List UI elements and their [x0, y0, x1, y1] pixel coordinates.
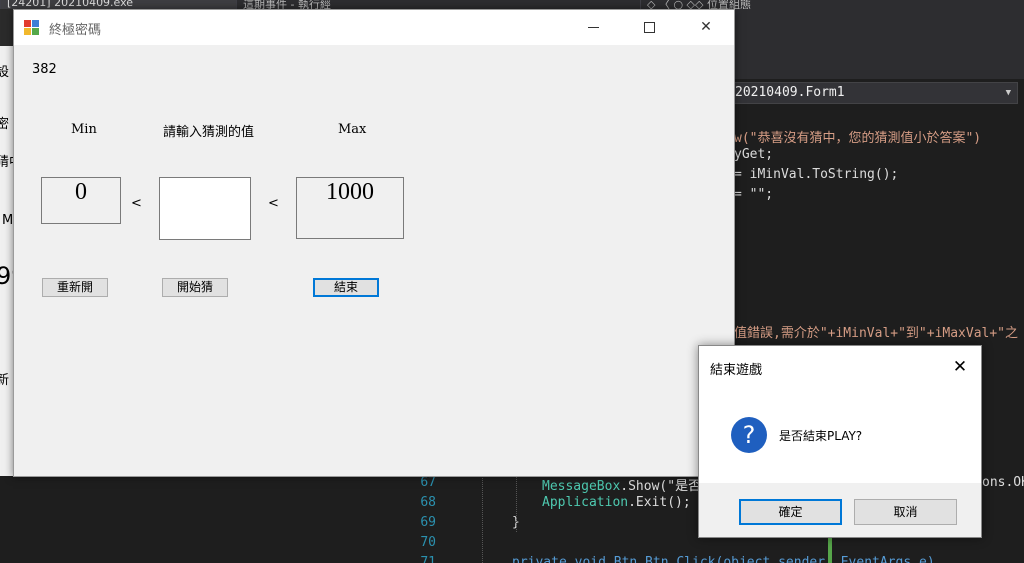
title-bar[interactable]: 終極密碼 ✕ [14, 10, 734, 45]
min-value-box: 0 [41, 177, 121, 224]
question-icon: ? [731, 417, 767, 453]
code-line: = ""; [734, 187, 773, 202]
code-line: MessageBox.Show("是否 [542, 475, 701, 494]
code-line: private void Btn_Btn_Click(object sender… [512, 555, 935, 563]
indent-guide [482, 472, 483, 563]
close-icon: ✕ [952, 357, 968, 377]
minimize-button[interactable] [570, 10, 618, 45]
dialog-close-button[interactable]: ✕ [945, 353, 975, 381]
code-line: w("恭喜沒有猜中，您的猜測值小於答案") [734, 127, 981, 146]
minimize-icon [588, 27, 599, 28]
code-line: 值錯誤,需介於"+iMinVal+"到"+iMaxVal+"之 [734, 322, 1018, 341]
max-label: Max [338, 122, 367, 137]
prompt-label: 請輸入猜測的值 [163, 125, 255, 140]
background-text: 猜中 [0, 155, 13, 170]
code-token: 值錯誤,需介於"+iMinVal+"到"+iMaxVal+"之 [734, 326, 1019, 341]
less-than-label: < [131, 196, 142, 211]
background-text: 密 [0, 117, 10, 132]
start-guess-button[interactable]: 開始猜 [162, 278, 228, 297]
background-text: 新 [0, 373, 10, 388]
code-token: private void Btn_Btn_Click(object sender… [512, 555, 935, 563]
code-token: Application [542, 495, 629, 510]
cancel-button[interactable]: 取消 [854, 499, 957, 525]
code-token: MessageBox [542, 479, 621, 494]
code-token: = iMinVal.ToString(); [734, 167, 899, 182]
ide-tab[interactable]: [24201] 20210409.exe [0, 0, 236, 9]
restart-button[interactable]: 重新開 [42, 278, 108, 297]
ide-tab-bar: [24201] 20210409.exe 這期事件 - 執行經 ◇ 〈 ○ ◇◇… [0, 0, 1024, 9]
confirm-dialog: 結束遊戲 ✕ ? 是否結束PLAY? 確定 取消 [698, 345, 982, 538]
line-number: 71 [420, 555, 436, 563]
background-text: M [2, 213, 13, 228]
code-token: .Exit(); [628, 495, 691, 510]
chevron-down-icon: ▼ [1005, 88, 1011, 98]
line-number: 69 [420, 515, 436, 530]
ide-tab[interactable]: ◇ 〈 ○ ◇◇ 位置組態 [640, 0, 800, 9]
app-icon [24, 20, 40, 36]
code-line: yGet; [734, 147, 773, 162]
end-button[interactable]: 結束 [313, 278, 379, 297]
min-label: Min [71, 122, 97, 137]
code-token: yGet; [734, 147, 774, 162]
main-window: 終極密碼 ✕ 382 Min 請輸入猜測的值 Max 0 < < 1000 重新… [13, 9, 735, 477]
code-line: = iMinVal.ToString(); [734, 167, 898, 182]
background-panel [0, 476, 368, 563]
member-combo-value: 20210409.Form1 [735, 85, 845, 100]
ok-button[interactable]: 確定 [739, 499, 842, 525]
background-form-titlebar [0, 9, 13, 46]
dialog-message: 是否結束PLAY? [779, 429, 863, 443]
indent-guide [516, 472, 517, 532]
ide-toolbar [734, 9, 1024, 79]
line-number: 67 [420, 475, 436, 490]
ide-tab[interactable]: 這期事件 - 執行經 [236, 0, 396, 9]
code-token: .Show("是否 [620, 479, 702, 494]
maximize-icon [644, 22, 655, 33]
line-number: 70 [420, 535, 436, 550]
maximize-button[interactable] [626, 10, 674, 45]
code-line: Application.Exit(); [542, 495, 691, 510]
code-token: = ""; [734, 187, 774, 202]
max-value-box: 1000 [296, 177, 404, 239]
line-number: 68 [420, 495, 436, 510]
code-token: w("恭喜沒有猜中，您的猜測值小於答案") [734, 131, 982, 146]
window-title: 終極密碼 [49, 23, 102, 38]
answer-label: 382 [32, 62, 57, 77]
code-line-tail: ons.OK [982, 475, 1024, 490]
member-combo[interactable]: 20210409.Form1 ▼ [730, 82, 1018, 104]
guess-input[interactable] [159, 177, 251, 240]
background-text: 99 [0, 262, 13, 290]
dialog-title: 結束遊戲 [710, 363, 763, 378]
close-icon: ✕ [700, 19, 712, 35]
less-than-label: < [268, 196, 279, 211]
background-text: 設 [0, 65, 10, 80]
dialog-title-bar[interactable]: 結束遊戲 ✕ [699, 346, 981, 388]
dialog-body: ? 是否結束PLAY? [699, 388, 981, 483]
close-button[interactable]: ✕ [682, 10, 730, 45]
